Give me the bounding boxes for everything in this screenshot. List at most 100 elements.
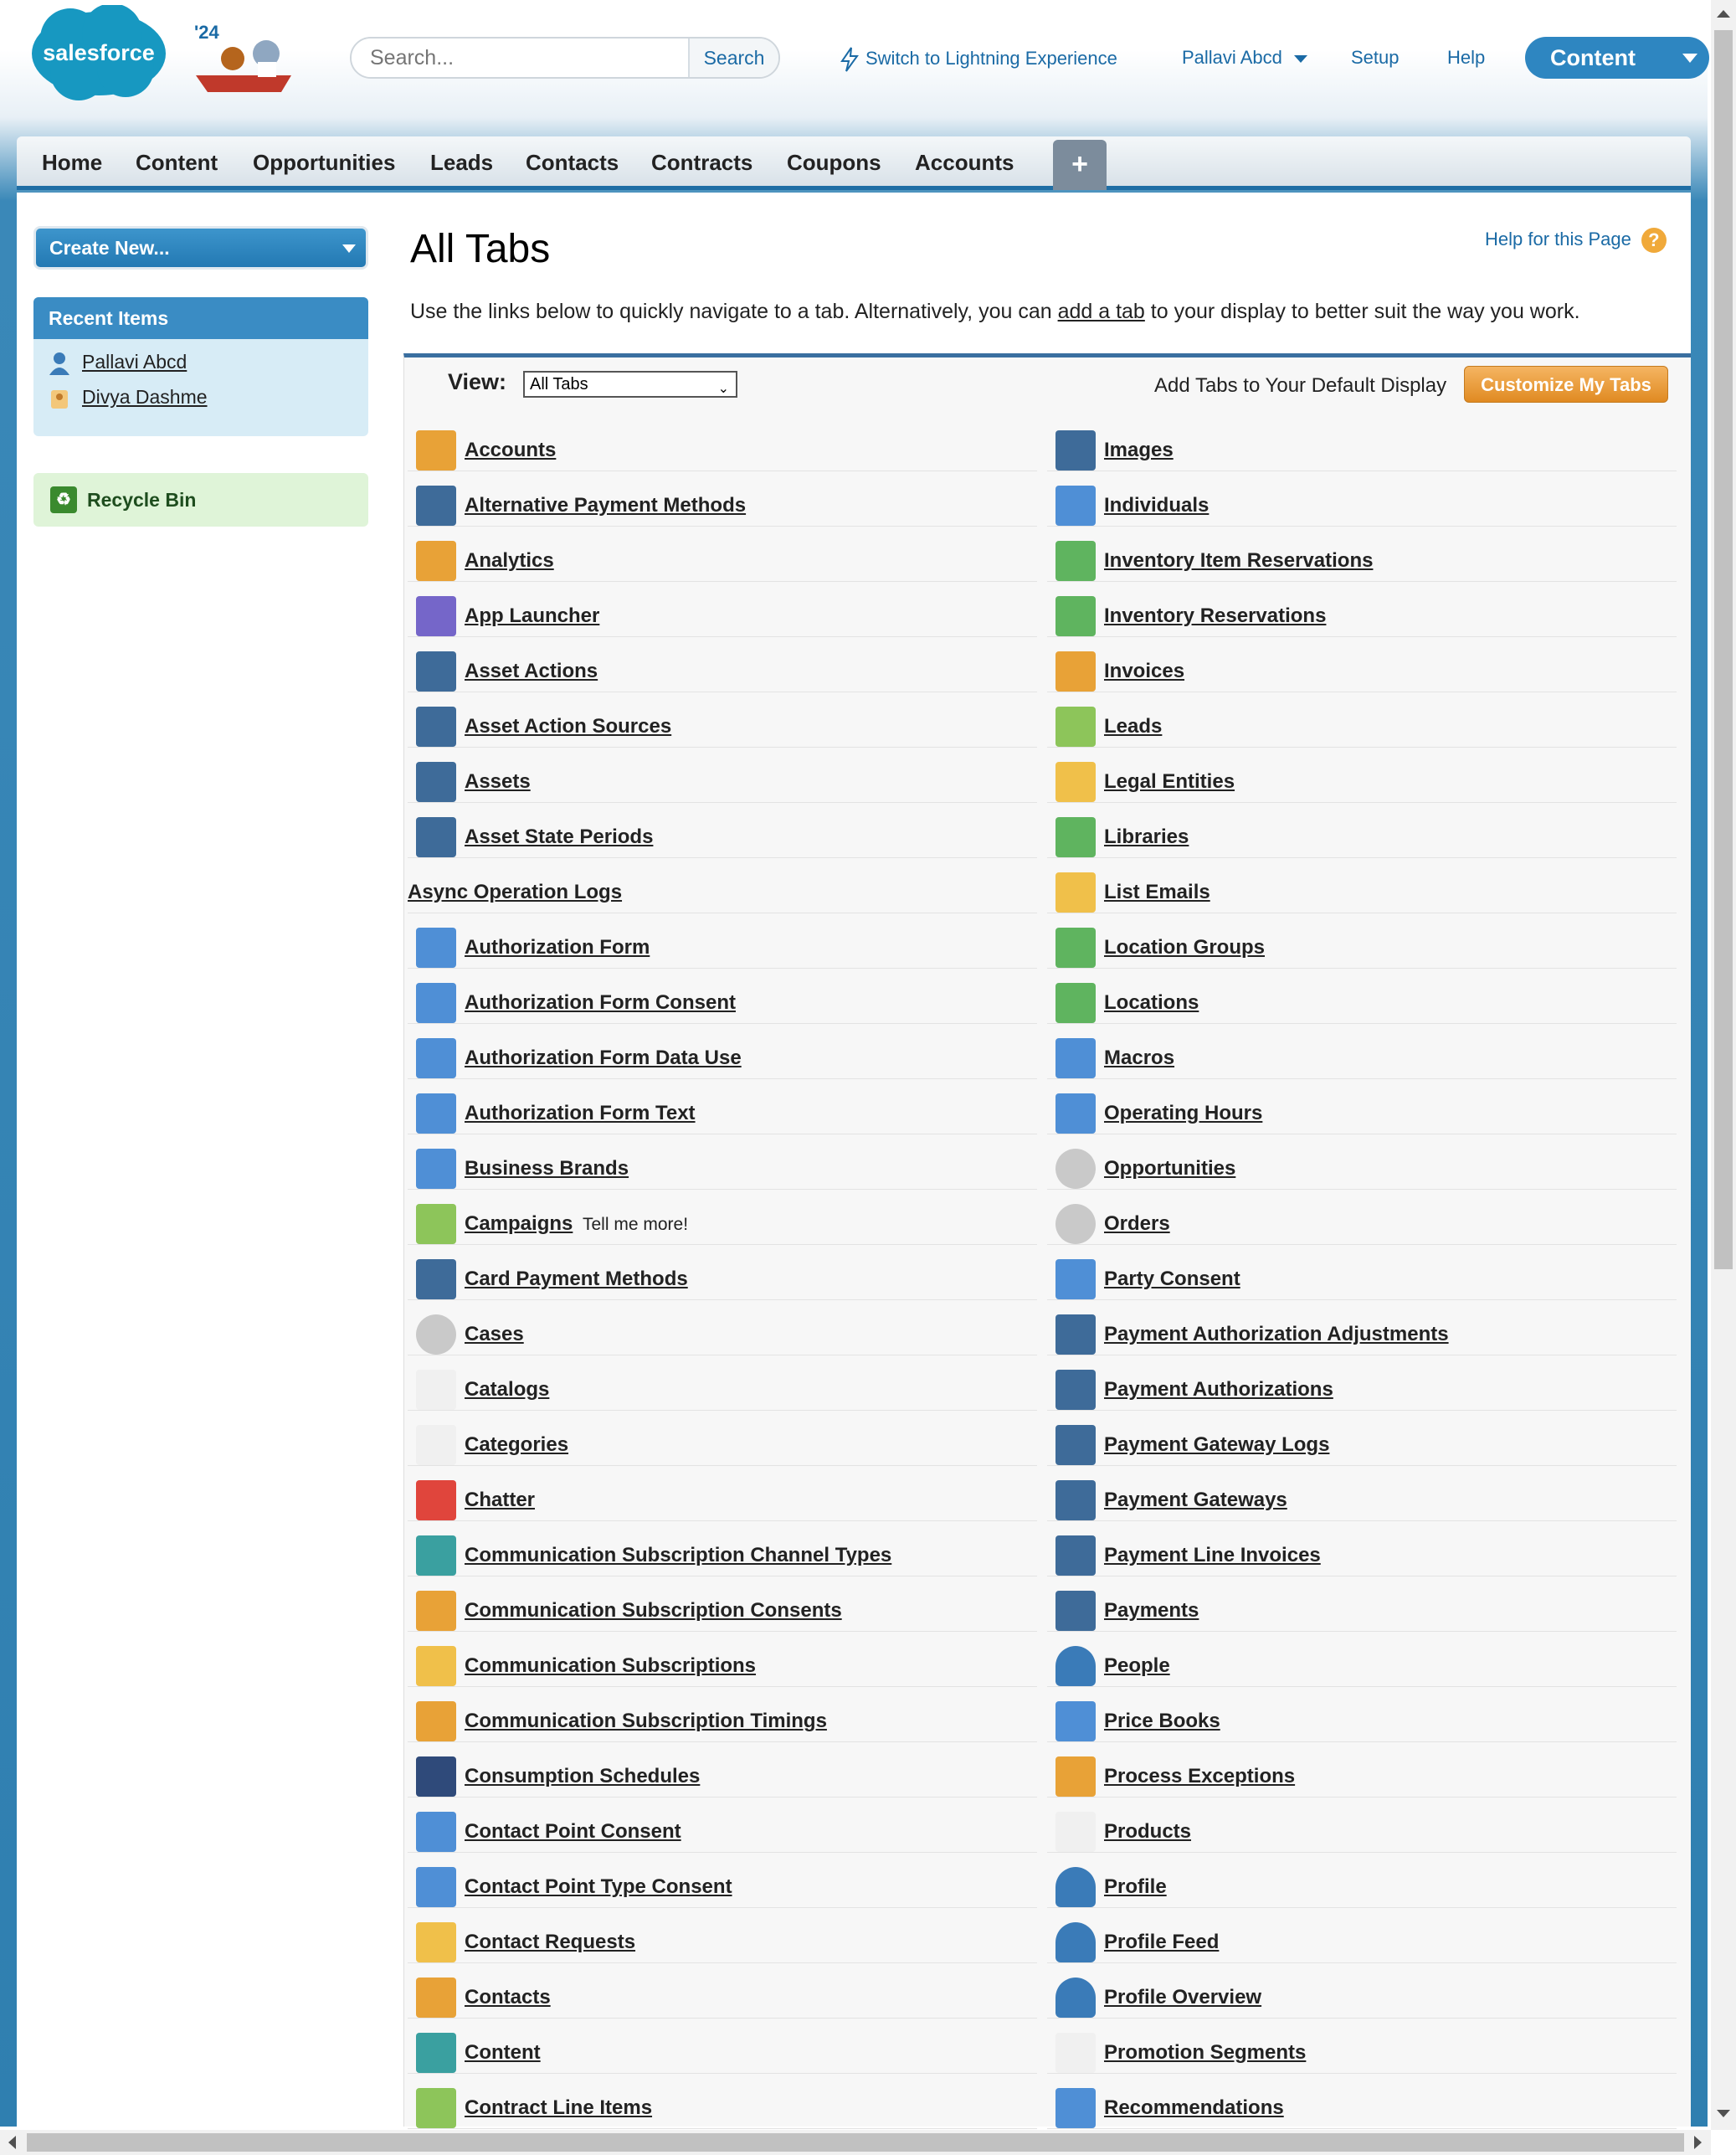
library-icon[interactable] xyxy=(1055,817,1096,857)
payment-icon[interactable] xyxy=(1055,1370,1096,1410)
search-button[interactable]: Search xyxy=(690,39,778,77)
location-icon[interactable] xyxy=(1055,541,1096,581)
person-icon[interactable] xyxy=(1055,1867,1096,1907)
tab-link[interactable]: Locations xyxy=(1104,991,1199,1015)
person-icon[interactable] xyxy=(1055,1922,1096,1962)
person-icon[interactable] xyxy=(1055,1978,1096,2018)
exception-icon[interactable] xyxy=(1055,1756,1096,1797)
all-tabs-plus-tab[interactable]: + xyxy=(1053,140,1107,190)
content-icon[interactable] xyxy=(416,2033,456,2073)
folder-icon[interactable] xyxy=(416,430,456,471)
tab-link[interactable]: Orders xyxy=(1104,1212,1170,1236)
vertical-scrollbar[interactable] xyxy=(1711,0,1736,2130)
person-db-icon[interactable] xyxy=(416,1149,456,1189)
person-db-icon[interactable] xyxy=(416,983,456,1023)
tab-leads[interactable]: Leads xyxy=(430,150,493,176)
tab-link[interactable]: Payment Gateway Logs xyxy=(1104,1433,1329,1457)
asset-icon[interactable] xyxy=(416,817,456,857)
tab-link[interactable]: Contract Line Items xyxy=(465,2096,652,2120)
recent-item[interactable]: Divya Dashme xyxy=(49,386,208,410)
tab-link[interactable]: Catalogs xyxy=(465,1378,549,1402)
tab-link[interactable]: Images xyxy=(1104,439,1174,462)
asset-icon[interactable] xyxy=(416,762,456,802)
tab-link[interactable]: Payment Line Invoices xyxy=(1104,1544,1321,1567)
tab-link[interactable]: Authorization Form Consent xyxy=(465,991,736,1015)
tab-link[interactable]: Macros xyxy=(1104,1047,1174,1070)
tab-link[interactable]: List Emails xyxy=(1104,881,1210,904)
tab-link[interactable]: Contact Point Consent xyxy=(465,1820,681,1844)
faint-icon[interactable] xyxy=(416,1425,456,1465)
location-icon[interactable] xyxy=(1055,983,1096,1023)
tab-link[interactable]: Business Brands xyxy=(465,1157,629,1180)
person-db-icon[interactable] xyxy=(1055,1259,1096,1299)
bar-chart-icon[interactable] xyxy=(416,541,456,581)
tab-link[interactable]: Consumption Schedules xyxy=(465,1765,700,1788)
tab-link[interactable]: Profile Feed xyxy=(1104,1931,1219,1954)
tab-link[interactable]: Party Consent xyxy=(1104,1268,1240,1291)
payment-icon[interactable] xyxy=(416,486,456,526)
tab-link[interactable]: Analytics xyxy=(465,549,554,573)
tab-link[interactable]: Authorization Form Data Use xyxy=(465,1047,742,1070)
tab-link[interactable]: Communication Subscription Channel Types xyxy=(465,1544,891,1567)
person-db-icon[interactable] xyxy=(416,1812,456,1852)
payment-icon[interactable] xyxy=(1055,1535,1096,1576)
clock-icon[interactable] xyxy=(1055,1093,1096,1134)
help-link[interactable]: Help xyxy=(1447,47,1485,69)
tab-link[interactable]: Invoices xyxy=(1104,660,1184,683)
payment-icon[interactable] xyxy=(1055,430,1096,471)
bell-icon[interactable] xyxy=(1055,1204,1096,1244)
horizontal-scrollbar[interactable] xyxy=(0,2130,1711,2155)
tab-link[interactable]: Contact Requests xyxy=(465,1931,635,1954)
envelope-icon[interactable] xyxy=(1055,872,1096,913)
tab-link[interactable]: Payment Authorization Adjustments xyxy=(1104,1323,1449,1346)
tab-link[interactable]: Accounts xyxy=(465,439,556,462)
create-new-dropdown[interactable]: Create New... xyxy=(33,226,368,270)
person-db-icon[interactable] xyxy=(1055,486,1096,526)
clock-icon[interactable] xyxy=(416,1701,456,1741)
tab-content[interactable]: Content xyxy=(136,150,218,176)
payment-icon[interactable] xyxy=(416,1259,456,1299)
compass-icon[interactable] xyxy=(1055,1149,1096,1189)
tab-link[interactable]: Payment Gateways xyxy=(1104,1489,1287,1512)
tell-me-more-link[interactable]: Tell me more! xyxy=(583,1215,688,1235)
tab-link[interactable]: Categories xyxy=(465,1433,568,1457)
tab-link[interactable]: Recommendations xyxy=(1104,2096,1284,2120)
tab-link[interactable]: Campaigns xyxy=(465,1212,573,1236)
lead-icon[interactable] xyxy=(1055,707,1096,747)
tab-link[interactable]: Authorization Form Text xyxy=(465,1102,696,1125)
tab-link[interactable]: Async Operation Logs xyxy=(408,881,622,904)
salesforce-logo[interactable]: salesforce xyxy=(28,3,169,102)
person-db-icon[interactable] xyxy=(416,1867,456,1907)
add-a-tab-link[interactable]: add a tab xyxy=(1058,300,1145,323)
schedule-icon[interactable] xyxy=(416,1756,456,1797)
search-input[interactable] xyxy=(352,39,690,77)
payment-icon[interactable] xyxy=(1055,1591,1096,1631)
tab-link[interactable]: Inventory Reservations xyxy=(1104,604,1326,628)
chatter-icon[interactable] xyxy=(416,1480,456,1520)
contact-card-icon[interactable] xyxy=(416,1978,456,2018)
tab-link[interactable]: Alternative Payment Methods xyxy=(465,494,746,517)
tab-opportunities[interactable]: Opportunities xyxy=(253,150,395,176)
recycle-bin-link[interactable]: ♻ Recycle Bin xyxy=(33,473,368,527)
tab-link[interactable]: App Launcher xyxy=(465,604,599,628)
tab-link[interactable]: Communication Subscription Timings xyxy=(465,1710,827,1733)
asset-icon[interactable] xyxy=(416,707,456,747)
customize-my-tabs-button[interactable]: Customize My Tabs xyxy=(1464,366,1668,403)
tab-link[interactable]: Operating Hours xyxy=(1104,1102,1262,1125)
person-db-icon[interactable] xyxy=(416,928,456,968)
target-icon[interactable] xyxy=(416,1204,456,1244)
tab-link[interactable]: Communication Subscription Consents xyxy=(465,1599,842,1623)
faint-icon[interactable] xyxy=(416,1370,456,1410)
tab-link[interactable]: Price Books xyxy=(1104,1710,1220,1733)
tab-link[interactable]: Opportunities xyxy=(1104,1157,1235,1180)
book-icon[interactable] xyxy=(1055,1701,1096,1741)
calculator-icon[interactable] xyxy=(1055,651,1096,692)
scroll-right-icon[interactable] xyxy=(1694,2136,1702,2149)
tab-link[interactable]: Contacts xyxy=(465,1986,551,2009)
tab-link[interactable]: Location Groups xyxy=(1104,936,1265,959)
payment-icon[interactable] xyxy=(1055,1314,1096,1355)
envelope-icon[interactable] xyxy=(416,1922,456,1962)
tab-link[interactable]: Legal Entities xyxy=(1104,770,1235,794)
view-select[interactable]: All Tabs ⌄ xyxy=(523,371,737,398)
tab-home[interactable]: Home xyxy=(42,150,102,176)
